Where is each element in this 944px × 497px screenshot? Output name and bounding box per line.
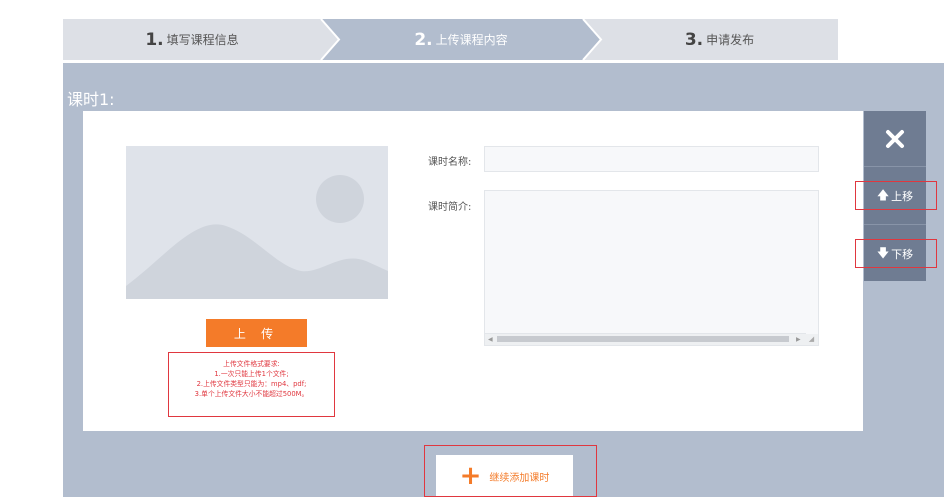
control-divider [864, 224, 926, 225]
step-3-label: 申请发布 [706, 33, 755, 47]
lesson-desc-textarea[interactable]: ◀ ▶ ◢ [484, 190, 819, 346]
upload-button[interactable]: 上 传 [206, 319, 307, 347]
delete-lesson-button[interactable] [864, 111, 926, 166]
move-up-label: 上移 [891, 190, 914, 203]
progress-stepper: 1. 填写课程信息 2. 上传课程内容 3. 申请发布 [63, 19, 838, 60]
step-1-label: 填写课程信息 [166, 33, 239, 47]
step-2: 2. 上传课程内容 [339, 19, 583, 60]
step-1-number: 1. [145, 29, 164, 50]
add-lesson-label: 继续添加课时 [489, 472, 550, 484]
scroll-left-icon[interactable]: ◀ [488, 334, 493, 345]
step-2-number: 2. [414, 29, 433, 50]
step-1: 1. 填写课程信息 [63, 19, 321, 60]
arrow-down-icon: 🡇 [876, 245, 890, 260]
image-placeholder-icon [126, 175, 388, 299]
move-up-button[interactable]: 🡅 上移 [864, 182, 926, 210]
desc-horizontal-scrollbar[interactable]: ◀ ▶ [485, 333, 806, 345]
lesson-name-input[interactable] [484, 146, 819, 172]
close-x-icon [886, 129, 904, 148]
step-3: 3. 申请发布 [601, 19, 838, 60]
step-2-label: 上传课程内容 [435, 33, 508, 47]
upload-requirements: 上传文件格式要求: 1.一次只能上传1个文件; 2.上传文件类型只能为：mp4、… [168, 352, 335, 417]
requirement-line: 3.单个上传文件大小不能超过500M。 [194, 390, 309, 398]
requirement-line: 2.上传文件类型只能为：mp4、pdf; [196, 380, 307, 388]
control-divider [864, 166, 926, 167]
scroll-right-icon[interactable]: ▶ [796, 334, 801, 345]
image-placeholder [126, 146, 388, 299]
add-lesson-button[interactable]: + 继续添加课时 [436, 455, 573, 497]
move-down-button[interactable]: 🡇 下移 [864, 240, 926, 268]
plus-icon: + [459, 461, 482, 491]
step-3-number: 3. [684, 29, 704, 50]
scrollbar-thumb[interactable] [497, 336, 789, 342]
requirement-line: 1.一次只能上传1个文件; [214, 370, 289, 378]
resize-grip-icon[interactable]: ◢ [805, 334, 818, 345]
arrow-up-icon: 🡅 [876, 187, 890, 202]
lesson-title: 课时1: [67, 90, 115, 109]
lesson-name-label: 课时名称: [428, 157, 472, 168]
move-down-label: 下移 [891, 248, 914, 261]
requirements-heading: 上传文件格式要求: [223, 360, 280, 368]
lesson-desc-label: 课时简介: [428, 202, 472, 213]
